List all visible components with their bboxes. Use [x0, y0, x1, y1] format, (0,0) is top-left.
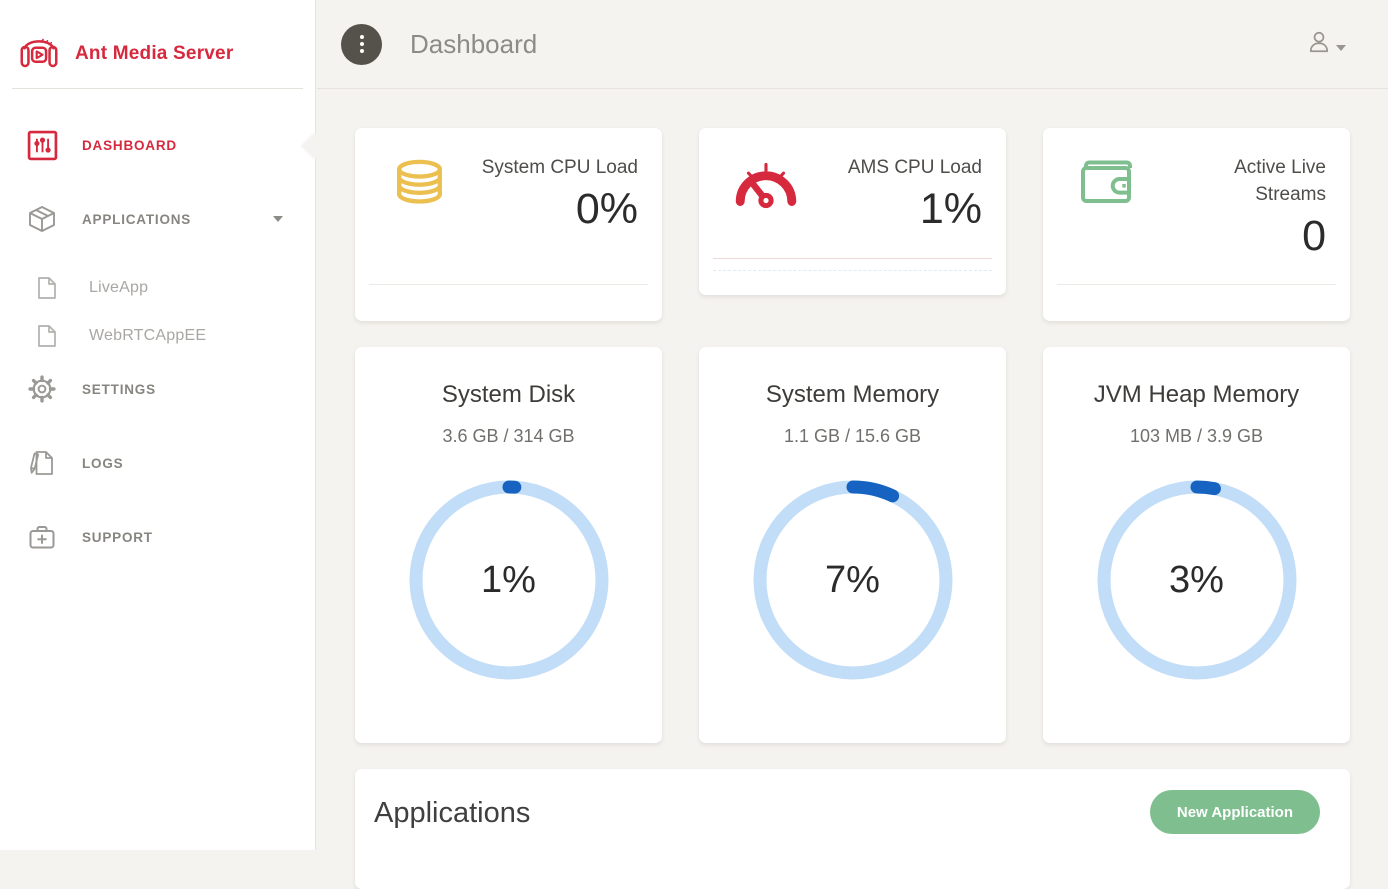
chevron-down-icon — [273, 216, 283, 222]
gauge-card-jvm-heap-memory: JVM Heap Memory 103 MB / 3.9 GB 3% — [1043, 347, 1350, 743]
card-divider — [369, 284, 648, 285]
gauge-detail: 1.1 GB / 15.6 GB — [699, 426, 1006, 447]
sidebar-item-applications[interactable]: APPLICATIONS — [0, 199, 315, 239]
donut-percent-label: 3% — [1097, 559, 1297, 602]
stat-cards-row: System CPU Load 0% AMS CPU Load — [355, 128, 1349, 321]
donut-percent-label: 1% — [409, 559, 609, 602]
gauge-detail: 3.6 GB / 314 GB — [355, 426, 662, 447]
gauge-card-system-disk: System Disk 3.6 GB / 314 GB 1% — [355, 347, 662, 743]
gauge-title: System Disk — [355, 381, 662, 409]
stat-value: 1% — [848, 185, 982, 234]
stat-label: System CPU Load — [482, 155, 638, 182]
sidebar-item-label: DASHBOARD — [82, 138, 177, 153]
brand-name: Ant Media Server — [75, 43, 233, 65]
card-divider — [1057, 284, 1336, 285]
sidebar-item-logs[interactable]: LOGS — [0, 443, 315, 483]
new-application-button[interactable]: New Application — [1150, 790, 1320, 834]
donut-chart: 1% — [409, 480, 609, 680]
sidebar-item-label: APPLICATIONS — [82, 212, 191, 227]
stat-label: Active Live Streams — [1166, 155, 1326, 209]
brand-logo[interactable]: Ant Media Server — [0, 0, 315, 88]
kebab-menu-icon[interactable] — [341, 24, 382, 65]
user-menu-button[interactable] — [1306, 29, 1346, 60]
applications-title: Applications — [374, 797, 530, 830]
sidebar-item-label: SETTINGS — [82, 382, 156, 397]
support-icon — [26, 522, 58, 552]
chevron-down-icon — [1336, 45, 1346, 51]
card-divider — [713, 258, 992, 259]
donut-chart: 7% — [753, 480, 953, 680]
stat-card-ams-cpu-load: AMS CPU Load 1% — [699, 128, 1006, 295]
sidebar-item-liveapp[interactable]: LiveApp — [0, 273, 315, 303]
sidebar: Ant Media Server DASHBOARD — [0, 0, 316, 850]
sidebar-item-settings[interactable]: SETTINGS — [0, 369, 315, 409]
sidebar-item-label: LOGS — [82, 456, 123, 471]
main-area: Dashboard — [317, 0, 1388, 850]
sidebar-item-label: SUPPORT — [82, 530, 153, 545]
user-icon — [1306, 29, 1332, 60]
gauge-detail: 103 MB / 3.9 GB — [1043, 426, 1350, 447]
donut-chart: 3% — [1097, 480, 1297, 680]
stat-card-system-cpu-load: System CPU Load 0% — [355, 128, 662, 321]
applications-icon — [26, 204, 58, 234]
sidebar-item-label: LiveApp — [89, 279, 148, 297]
sidebar-item-dashboard[interactable]: DASHBOARD — [0, 125, 315, 165]
gauge-icon — [733, 155, 799, 295]
donut-percent-label: 7% — [753, 559, 953, 602]
stat-value: 0% — [482, 185, 638, 234]
file-icon — [31, 276, 63, 300]
sparkline-placeholder — [713, 270, 992, 271]
database-icon — [389, 155, 450, 321]
top-bar: Dashboard — [317, 0, 1388, 89]
page-title: Dashboard — [410, 29, 537, 60]
gauge-title: System Memory — [699, 381, 1006, 409]
gauge-cards-row: System Disk 3.6 GB / 314 GB 1% System Me… — [355, 347, 1349, 743]
gauge-card-system-memory: System Memory 1.1 GB / 15.6 GB 7% — [699, 347, 1006, 743]
sidebar-item-support[interactable]: SUPPORT — [0, 517, 315, 557]
sidebar-item-label: WebRTCAppEE — [89, 327, 206, 345]
ant-media-logo-icon — [16, 31, 62, 77]
gauge-title: JVM Heap Memory — [1043, 381, 1350, 409]
dashboard-icon — [26, 130, 58, 161]
wallet-icon — [1077, 155, 1139, 321]
stat-label: AMS CPU Load — [848, 155, 982, 182]
applications-section: Applications New Application — [355, 769, 1350, 889]
sidebar-nav: DASHBOARD APPLICATIONS LiveApp — [0, 89, 315, 557]
file-icon — [31, 324, 63, 348]
sidebar-item-webrtcappee[interactable]: WebRTCAppEE — [0, 321, 315, 351]
settings-icon — [26, 374, 58, 404]
logs-icon — [26, 448, 58, 478]
dashboard-content: System CPU Load 0% AMS CPU Load — [317, 89, 1388, 889]
stat-card-active-live-streams: Active Live Streams 0 — [1043, 128, 1350, 321]
stat-value: 0 — [1166, 212, 1326, 261]
